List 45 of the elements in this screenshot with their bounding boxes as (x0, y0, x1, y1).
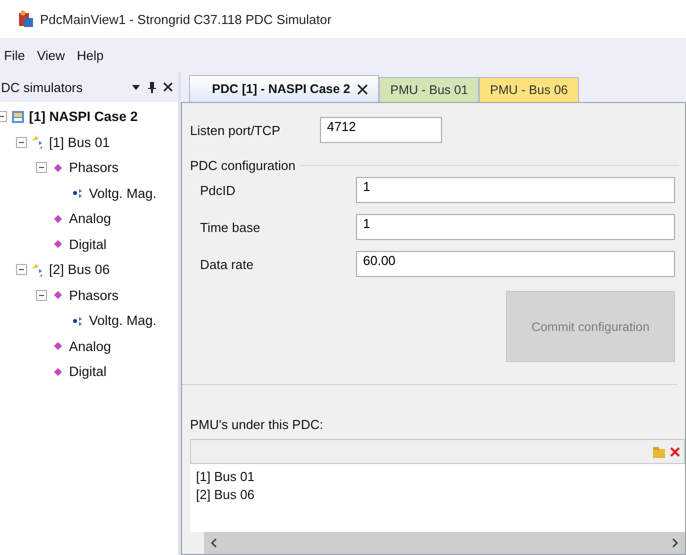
tree-item[interactable]: [1] Bus 01 (49, 134, 110, 150)
field-label: PdcID (200, 182, 236, 198)
tree-item[interactable]: Phasors (69, 288, 119, 303)
tree-item[interactable]: Digital (69, 364, 107, 380)
folder-icon (652, 444, 666, 458)
collapse-icon[interactable] (16, 264, 27, 276)
tree-item[interactable]: Analog (69, 338, 112, 354)
app-icon (18, 10, 34, 28)
tree-item[interactable]: Analog (69, 211, 112, 226)
root-icon (10, 108, 26, 125)
input-field[interactable]: 60.00 (356, 251, 675, 277)
menu-item[interactable]: View (34, 48, 67, 62)
close-icon (163, 82, 173, 92)
tab[interactable]: PDC [1] - NASPI Case 2 (189, 75, 380, 102)
field-label: Data rate (200, 256, 254, 272)
pin-icon (147, 81, 157, 93)
tree-item[interactable]: Digital (69, 236, 107, 252)
tree-item[interactable]: [2] Bus 06 (49, 262, 110, 278)
tree-item[interactable]: Voltg. Mag. (89, 186, 157, 201)
menu-item[interactable]: Help (74, 48, 106, 62)
collapse-icon[interactable] (16, 136, 27, 148)
scroll-right-icon (671, 538, 679, 548)
tab[interactable]: PMU - Bus 06 (479, 77, 579, 102)
menu-item[interactable]: File (2, 48, 27, 62)
port-field[interactable]: 4712 (320, 117, 442, 143)
tree-item[interactable]: Phasors (69, 160, 119, 176)
collapse-icon[interactable] (36, 162, 47, 174)
delete-icon (668, 444, 682, 458)
panel-title: DC simulators (1, 80, 83, 94)
tree-item[interactable]: Voltg. Mag. (89, 313, 157, 328)
dropdown-icon (131, 82, 141, 92)
tree-item[interactable]: [1] NASPI Case 2 (29, 109, 138, 124)
list-item[interactable]: [2] Bus 06 (196, 486, 679, 504)
tab[interactable]: PMU - Bus 01 (379, 77, 480, 102)
collapse-icon[interactable] (36, 290, 47, 301)
close-icon[interactable] (357, 84, 368, 94)
list-label: PMU's under this PDC: (190, 417, 324, 434)
field-label: Listen port/TCP (190, 122, 282, 138)
field-label: Time base (200, 220, 262, 234)
input-field[interactable]: 1 (356, 177, 675, 203)
group-title: PDC configuration (188, 158, 300, 173)
list-item[interactable]: [1] Bus 01 (196, 468, 679, 486)
scroll-left-icon (210, 538, 218, 548)
window-title: PdcMainView1 - Strongrid C37.118 PDC Simulator (40, 12, 332, 26)
input-field[interactable]: 1 (356, 214, 675, 240)
